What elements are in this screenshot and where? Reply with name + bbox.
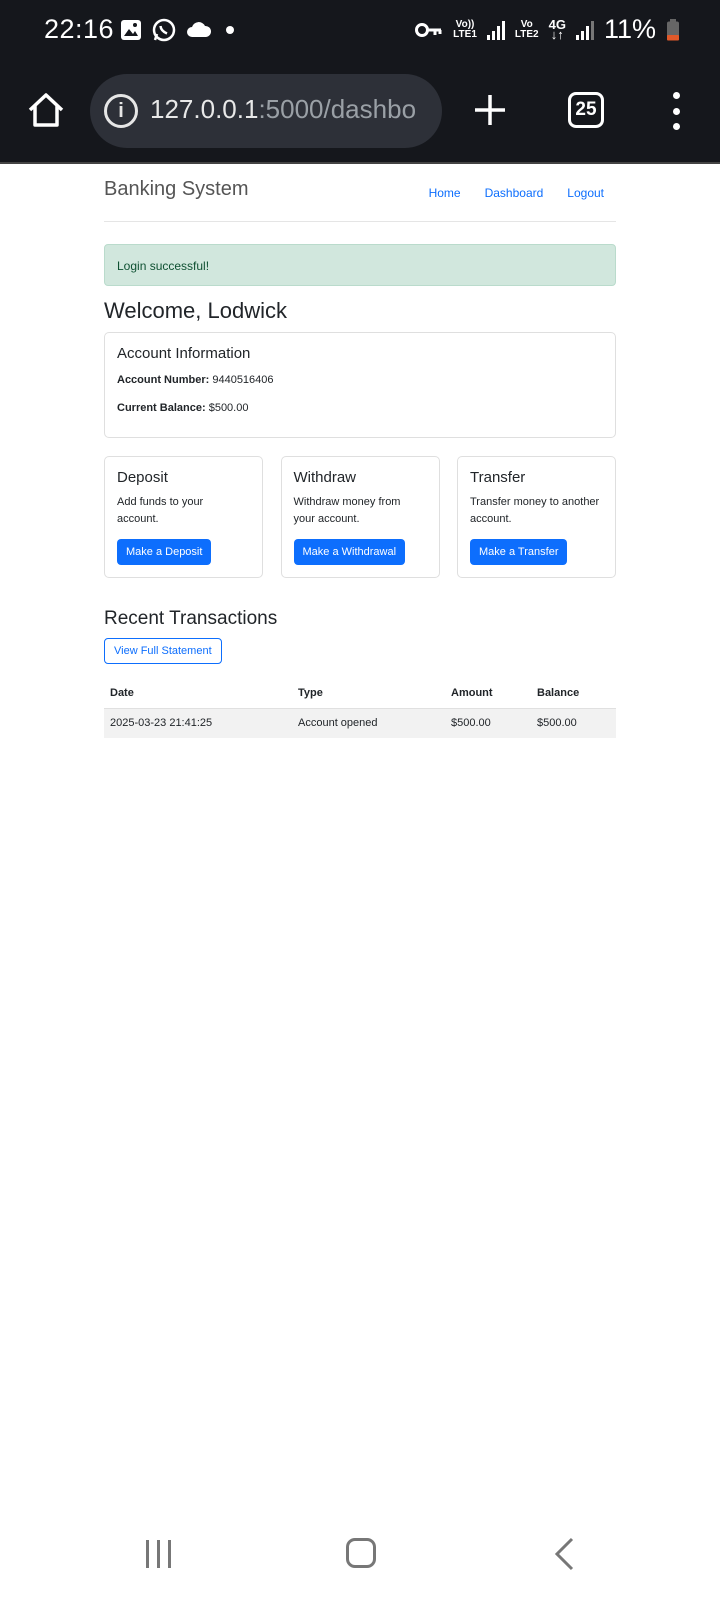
current-balance-line: Current Balance: $500.00	[117, 402, 603, 414]
nav-link-dashboard[interactable]: Dashboard	[485, 186, 544, 200]
notification-icons	[120, 18, 238, 42]
account-number-label: Account Number:	[117, 374, 210, 386]
cloud-icon	[187, 22, 212, 37]
make-transfer-button[interactable]: Make a Transfer	[470, 539, 568, 565]
header-type: Type	[292, 678, 445, 709]
table-header-row: Date Type Amount Balance	[104, 678, 616, 709]
cell-type: Account opened	[292, 708, 445, 738]
browser-toolbar: i 127.0.0.1:5000/dashbo 25	[0, 62, 720, 164]
nav-link-home[interactable]: Home	[429, 186, 461, 200]
status-bar: 22:16 Vo)) LTE1 Vo LTE2 4G ↓↑ 11%	[0, 0, 720, 62]
header-balance: Balance	[531, 678, 616, 709]
sim2-label: Vo LTE2	[514, 18, 539, 40]
whatsapp-icon	[152, 18, 176, 42]
home-nav-icon[interactable]	[346, 1538, 376, 1568]
home-icon[interactable]	[26, 90, 66, 130]
account-number-value: 9440516406	[212, 374, 274, 386]
nav-links: Home Dashboard Logout	[429, 186, 604, 200]
status-right: Vo)) LTE1 Vo LTE2 4G ↓↑ 11%	[415, 14, 680, 45]
sim1-label: Vo)) LTE1	[453, 18, 477, 40]
status-time: 22:16	[44, 14, 115, 44]
action-cards: Deposit Add funds to your account. Make …	[104, 456, 616, 578]
cell-date: 2025-03-23 21:41:25	[104, 708, 292, 738]
deposit-title: Deposit	[117, 469, 168, 486]
cell-balance: $500.00	[531, 708, 616, 738]
network-type: 4G ↓↑	[548, 16, 566, 42]
transfer-card: Transfer Transfer money to another accou…	[457, 456, 616, 578]
header-date: Date	[104, 678, 292, 709]
current-balance-label: Current Balance:	[117, 402, 206, 414]
site-brand[interactable]: Banking System	[104, 178, 249, 201]
battery-percent: 11%	[603, 14, 656, 44]
recent-transactions-heading: Recent Transactions	[104, 608, 278, 629]
system-nav-bar	[0, 1520, 720, 1600]
account-info-card: Account Information Account Number: 9440…	[104, 332, 616, 438]
transactions-table: Date Type Amount Balance 2025-03-23 21:4…	[104, 678, 616, 738]
cell-amount: $500.00	[445, 708, 531, 738]
nav-link-logout[interactable]: Logout	[567, 186, 604, 200]
withdraw-description: Withdraw money from your account.	[293, 496, 401, 525]
signal-2-icon	[575, 20, 594, 40]
withdraw-card: Withdraw Withdraw money from your accoun…	[280, 456, 440, 578]
account-number-line: Account Number: 9440516406	[117, 374, 603, 386]
deposit-description: Add funds to your account.	[117, 496, 204, 525]
recent-apps-icon[interactable]	[146, 1540, 171, 1568]
view-full-statement-button[interactable]: View Full Statement	[104, 638, 222, 664]
signal-1-icon	[486, 20, 505, 40]
current-balance-value: $500.00	[208, 402, 249, 414]
account-info-title: Account Information	[117, 345, 251, 362]
transfer-title: Transfer	[470, 469, 526, 486]
back-icon[interactable]	[552, 1536, 576, 1572]
new-tab-icon[interactable]	[470, 90, 510, 130]
make-deposit-button[interactable]: Make a Deposit	[117, 539, 212, 565]
web-page: Banking System Home Dashboard Logout Log…	[104, 164, 616, 738]
tab-switcher-button[interactable]: 25	[568, 92, 604, 128]
header-amount: Amount	[445, 678, 531, 709]
transfer-description: Transfer money to another account.	[470, 496, 600, 525]
deposit-card: Deposit Add funds to your account. Make …	[104, 456, 263, 578]
table-row: 2025-03-23 21:41:25 Account opened $500.…	[104, 708, 616, 738]
battery-icon	[667, 18, 679, 40]
dot-icon	[226, 26, 234, 34]
site-navbar: Banking System Home Dashboard Logout	[104, 164, 616, 222]
success-alert: Login successful!	[104, 244, 616, 286]
address-bar[interactable]: i 127.0.0.1:5000/dashbo	[90, 74, 442, 148]
gallery-icon	[121, 20, 141, 40]
info-icon[interactable]: i	[104, 94, 138, 128]
make-withdrawal-button[interactable]: Make a Withdrawal	[293, 539, 406, 565]
url-text[interactable]: 127.0.0.1:5000/dashbo	[150, 94, 430, 125]
key-icon	[415, 22, 442, 37]
more-menu-icon[interactable]	[668, 92, 684, 130]
withdraw-title: Withdraw	[293, 469, 357, 486]
welcome-heading: Welcome, Lodwick	[104, 298, 287, 323]
